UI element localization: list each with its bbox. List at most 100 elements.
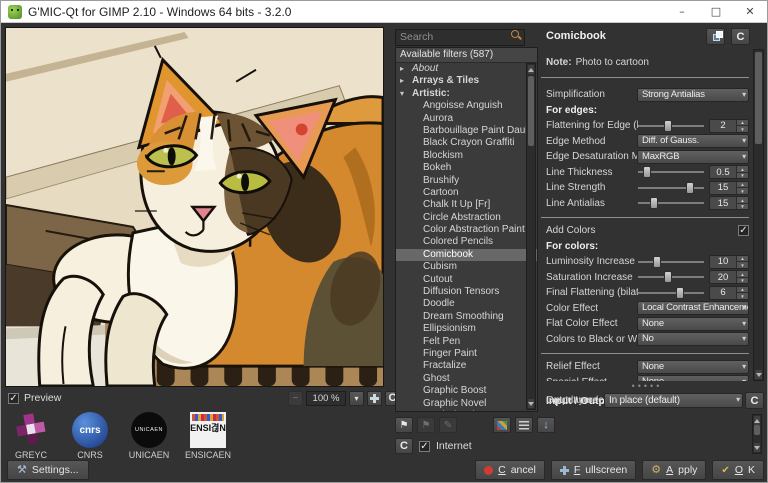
filter-item[interactable]: Diffusion Tensors [396, 286, 537, 298]
filter-tool-button[interactable] [417, 417, 435, 433]
scrollbar-thumb[interactable] [755, 52, 762, 144]
spinbox-arrows[interactable]: ▲ ▼ [736, 119, 748, 132]
reset-io-button[interactable]: C [745, 392, 764, 409]
parameter-dropdown[interactable]: MaxRGB [637, 149, 749, 164]
spinbox-arrows[interactable]: ▲ ▼ [736, 255, 748, 268]
scroll-up-icon[interactable] [754, 416, 760, 425]
parameter-slider[interactable] [638, 286, 704, 300]
io-scrollbar[interactable] [752, 414, 762, 454]
filter-tool-button[interactable] [493, 417, 511, 433]
logo-link[interactable]: ENSICAEN [185, 412, 231, 460]
parameter-spinbox[interactable]: 15 ▲ ▼ [709, 196, 749, 211]
filter-item[interactable]: Artistic: [396, 88, 537, 100]
slider-handle[interactable] [675, 286, 684, 299]
spinbox-arrows[interactable]: ▲ ▼ [736, 271, 748, 284]
filter-item[interactable]: Barbouillage Paint Daub [396, 125, 537, 137]
parameter-spinbox[interactable]: 2 ▲ ▼ [709, 118, 749, 133]
filter-item[interactable]: Graphic Boost [396, 385, 537, 397]
spin-down-icon[interactable]: ▼ [737, 188, 748, 194]
filter-item[interactable]: Aurora [396, 113, 537, 125]
filter-item[interactable]: Circle Abstraction [396, 212, 537, 224]
filter-item[interactable]: Cutout [396, 274, 537, 286]
action-button[interactable]: OK [712, 460, 764, 480]
scroll-down-icon[interactable] [754, 443, 760, 452]
parameter-slider[interactable] [638, 270, 704, 284]
update-filters-button[interactable]: C [395, 438, 413, 454]
zoom-level-value[interactable]: 100 % [306, 390, 346, 406]
parameter-slider[interactable] [638, 181, 704, 195]
filter-item[interactable]: Black Crayon Graffiti [396, 137, 537, 149]
filter-item[interactable]: Finger Paint [396, 348, 537, 360]
spinbox-arrows[interactable]: ▲ ▼ [736, 166, 748, 179]
parameter-dropdown[interactable]: None [637, 316, 749, 331]
filter-item[interactable]: Brushify [396, 175, 537, 187]
action-button[interactable]: Apply [642, 460, 707, 480]
reset-parameters-button[interactable]: C [731, 28, 750, 45]
slider-handle[interactable] [649, 197, 658, 210]
filter-list-scrollbar[interactable] [526, 63, 536, 410]
preview-image[interactable] [5, 27, 384, 387]
maximize-button[interactable]: □ [699, 1, 733, 23]
parameter-dropdown[interactable]: No [637, 332, 749, 347]
filter-item[interactable]: Fractalize [396, 360, 537, 372]
scroll-up-icon[interactable] [528, 65, 534, 74]
filter-item[interactable]: Doodle [396, 298, 537, 310]
slider-handle[interactable] [643, 166, 652, 179]
filter-item[interactable]: Comicbook [396, 248, 537, 262]
parameters-scrollbar[interactable] [753, 49, 764, 381]
filter-item[interactable]: Cartoon [396, 187, 537, 199]
preview-checkbox[interactable]: ✓ [8, 392, 19, 404]
preview-toggle[interactable]: ✓ Preview [8, 392, 61, 404]
internet-checkbox[interactable]: ✓ [419, 440, 430, 452]
filter-item[interactable]: Bokeh [396, 162, 537, 174]
spin-down-icon[interactable]: ▼ [737, 172, 748, 179]
filter-item[interactable]: Ellipsionism [396, 323, 537, 335]
close-button[interactable]: ✕ [733, 1, 767, 23]
zoom-out-button[interactable]: − [288, 390, 303, 406]
logo-link[interactable]: GREYC [8, 409, 54, 460]
filter-item[interactable]: Cubism [396, 261, 537, 273]
filter-item[interactable]: Graphic Novel [396, 398, 537, 410]
zoom-fit-button[interactable] [367, 390, 382, 406]
parameter-slider[interactable] [638, 255, 704, 269]
search-input[interactable] [395, 28, 525, 46]
spin-down-icon[interactable]: ▼ [737, 126, 748, 132]
slider-handle[interactable] [664, 119, 673, 132]
parameter-spinbox[interactable]: 10 ▲ ▼ [709, 254, 749, 269]
parameter-spinbox[interactable]: 20 ▲ ▼ [709, 270, 749, 285]
filter-tool-button[interactable] [515, 417, 533, 433]
filter-item[interactable]: Hard Sketch [396, 410, 537, 411]
spinbox-arrows[interactable]: ▲ ▼ [736, 181, 748, 194]
filter-item[interactable]: Arrays & Tiles [396, 75, 537, 87]
io-dropdown[interactable]: In place (default) [604, 392, 743, 408]
filter-item[interactable]: Felt Pen [396, 336, 537, 348]
action-button[interactable]: Cancel [475, 460, 545, 480]
parameter-slider[interactable] [638, 165, 704, 179]
filter-item[interactable]: Colored Pencils [396, 236, 537, 248]
scrollbar-thumb[interactable] [754, 425, 760, 435]
parameter-spinbox[interactable]: 0.5 ▲ ▼ [709, 165, 749, 180]
copy-command-button[interactable] [706, 28, 725, 45]
settings-button[interactable]: ⚒ Settings... [7, 460, 89, 480]
action-button[interactable]: Fullscreen [550, 460, 637, 480]
logo-link[interactable]: CNRS [67, 412, 113, 460]
parameter-checkbox[interactable]: ✓ [738, 225, 749, 237]
spin-down-icon[interactable]: ▼ [737, 203, 748, 210]
logo-link[interactable]: UNICAEN [126, 412, 172, 460]
scroll-down-icon[interactable] [528, 399, 534, 408]
zoom-dropdown-button[interactable]: ▾ [349, 390, 364, 406]
parameter-slider[interactable] [638, 196, 704, 210]
panel-splitter[interactable]: ••••• [541, 382, 753, 391]
parameter-dropdown[interactable]: Diff. of Gauss. [637, 134, 749, 149]
filter-item[interactable]: About [396, 63, 537, 75]
slider-handle[interactable] [664, 271, 673, 284]
parameter-spinbox[interactable]: 6 ▲ ▼ [709, 285, 749, 300]
filter-item[interactable]: Blockism [396, 150, 537, 162]
parameter-spinbox[interactable]: 15 ▲ ▼ [709, 180, 749, 195]
filter-item[interactable]: Angoisse Anguish [396, 100, 537, 112]
filter-tool-button[interactable] [439, 417, 457, 433]
minimize-button[interactable]: – [665, 1, 699, 23]
filter-item[interactable]: Dream Smoothing [396, 311, 537, 323]
filter-item[interactable]: Color Abstraction Paint [396, 224, 537, 236]
scrollbar-thumb[interactable] [528, 76, 534, 146]
